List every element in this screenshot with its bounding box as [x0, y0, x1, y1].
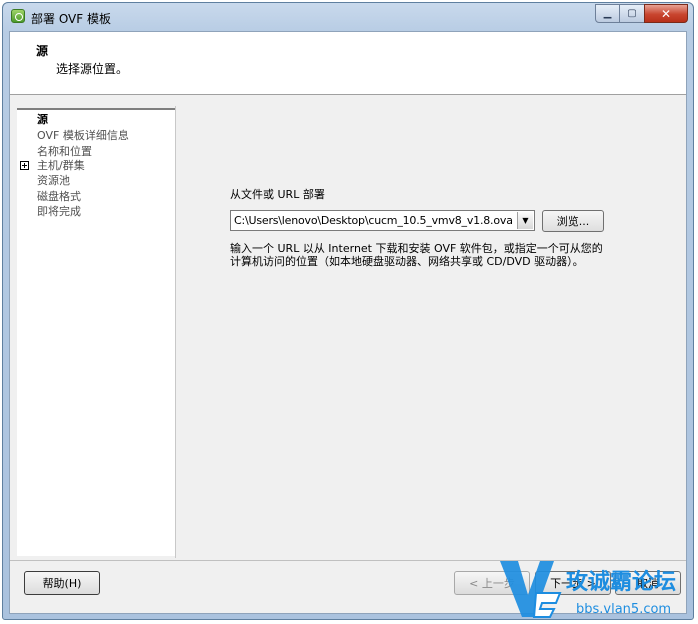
browse-button[interactable]: 浏览...	[542, 210, 604, 232]
cancel-button[interactable]: 取消	[615, 571, 681, 595]
close-button[interactable]: ✕	[644, 4, 688, 23]
maximize-button[interactable]: ▢	[619, 4, 645, 23]
expand-plus-icon[interactable]	[20, 161, 29, 170]
nav-divider	[175, 106, 176, 558]
description-line-1: 输入一个 URL 以从 Internet 下载和安装 OVF 软件包，或指定一个…	[230, 242, 603, 255]
title-bar[interactable]: 部署 OVF 模板 ▁ ▢ ✕	[3, 3, 693, 31]
deploy-source-label: 从文件或 URL 部署	[230, 188, 325, 201]
wizard-header: 源 选择源位置。	[10, 32, 686, 95]
nav-item-host-cluster[interactable]: 主机/群集	[37, 159, 85, 173]
help-button[interactable]: 帮助(H)	[24, 571, 100, 595]
back-button[interactable]: < 上一步	[454, 571, 530, 595]
header-title: 源	[36, 44, 49, 58]
nav-item-ovf-details[interactable]: OVF 模板详细信息	[37, 129, 129, 143]
nav-item-source[interactable]: 源	[37, 113, 48, 127]
dialog-client-area: 源 选择源位置。 源 OVF 模板详细信息 名称和位置 主机/群集 资源池 磁盘…	[9, 31, 687, 614]
description-line-2: 计算机访问的位置（如本地硬盘驱动器、网络共享或 CD/DVD 驱动器）。	[230, 255, 584, 268]
source-path-value[interactable]: C:\Users\lenovo\Desktop\cucm_10.5_vmv8_v…	[234, 214, 513, 227]
minimize-button[interactable]: ▁	[595, 4, 620, 23]
dropdown-arrow-icon[interactable]: ▼	[517, 212, 533, 229]
nav-item-resource-pool[interactable]: 资源池	[37, 174, 70, 188]
next-button[interactable]: 下一步 >	[535, 571, 611, 595]
window-title: 部署 OVF 模板	[31, 12, 111, 26]
source-path-combobox[interactable]: C:\Users\lenovo\Desktop\cucm_10.5_vmv8_v…	[230, 210, 535, 231]
source-description: 输入一个 URL 以从 Internet 下载和安装 OVF 软件包，或指定一个…	[230, 242, 610, 268]
nav-item-name-location[interactable]: 名称和位置	[37, 145, 92, 159]
app-icon	[11, 9, 25, 23]
nav-item-ready-to-complete[interactable]: 即将完成	[37, 205, 81, 219]
dialog-window: 部署 OVF 模板 ▁ ▢ ✕ 源 选择源位置。 源 OVF 模板详细信息 名称…	[2, 2, 694, 620]
header-subtitle: 选择源位置。	[56, 62, 129, 76]
nav-item-disk-format[interactable]: 磁盘格式	[37, 190, 81, 204]
footer-separator	[10, 560, 686, 561]
wizard-steps-nav: 源 OVF 模板详细信息 名称和位置 主机/群集 资源池 磁盘格式 即将完成	[17, 108, 175, 556]
